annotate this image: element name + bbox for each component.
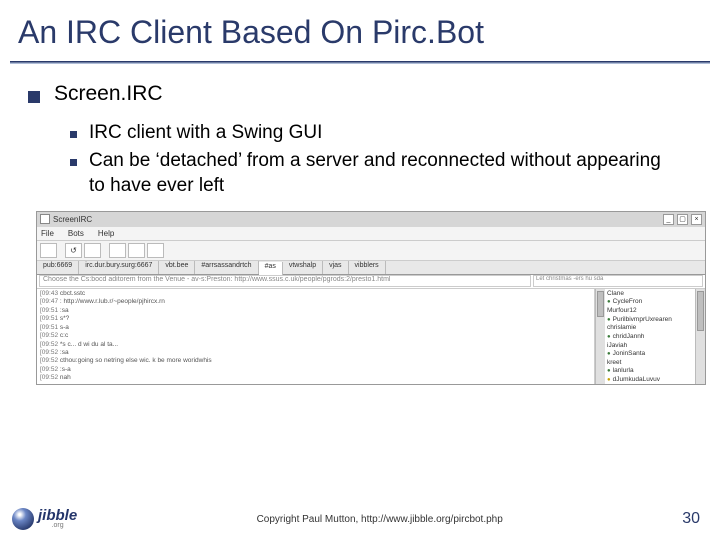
menu-bots[interactable]: Bots bbox=[68, 229, 84, 238]
bullet-sublist: IRC client with a Swing GUI Can be ‘deta… bbox=[28, 120, 702, 199]
tab[interactable]: vbt.bee bbox=[159, 261, 195, 274]
slide-title: An IRC Client Based On Pirc.Bot bbox=[0, 0, 720, 51]
logo-icon bbox=[12, 508, 34, 530]
bullet-level1: Screen.IRC bbox=[28, 82, 702, 106]
jibble-logo: jibble .org bbox=[12, 508, 77, 530]
toolbar-button[interactable] bbox=[40, 243, 57, 258]
tab[interactable]: irc.dur.bury.surg:6667 bbox=[79, 261, 159, 274]
scroll-thumb[interactable] bbox=[597, 291, 604, 317]
tab-bar: pub:6669irc.dur.bury.surg:6667vbt.bee#ar… bbox=[37, 261, 705, 275]
bullet-icon bbox=[28, 91, 40, 103]
topic-input[interactable]: Choose the Cs:bocd aditorem from the Ven… bbox=[39, 275, 531, 287]
user-entry[interactable]: JoninSanta bbox=[607, 350, 693, 359]
bullet-heading: Screen.IRC bbox=[54, 82, 163, 106]
tab[interactable]: pub:6669 bbox=[37, 261, 79, 274]
bullet-icon bbox=[70, 131, 77, 138]
chat-line: [09:51 :sa bbox=[40, 307, 591, 315]
chat-line: [09:51 s*? bbox=[40, 315, 591, 323]
minimize-button[interactable]: _ bbox=[663, 214, 674, 225]
user-entry[interactable]: CycleFron bbox=[607, 298, 693, 307]
scrollbar[interactable] bbox=[695, 289, 705, 384]
menu-bar: File Bots Help bbox=[37, 227, 705, 241]
window-title: ScreenIRC bbox=[53, 215, 660, 224]
tab[interactable]: vjas bbox=[323, 261, 348, 274]
user-entry[interactable]: lanlurla bbox=[607, 367, 693, 376]
scroll-thumb[interactable] bbox=[697, 291, 704, 331]
window-titlebar[interactable]: ScreenIRC _ ▢ × bbox=[37, 212, 705, 227]
chat-line: [09:52 nah bbox=[40, 374, 591, 382]
chat-body: [09:43 cbct.sstc[09:47 : http://www.r.lu… bbox=[37, 289, 705, 384]
tab[interactable]: #arrsassandrtch bbox=[195, 261, 258, 274]
copyright-text: Copyright Paul Mutton, http://www.jibble… bbox=[77, 514, 682, 525]
toolbar-button[interactable] bbox=[109, 243, 126, 258]
chat-line: [09:52 *s c... d wi du al ta... bbox=[40, 341, 591, 349]
maximize-button[interactable]: ▢ bbox=[677, 214, 688, 225]
screenshot-window: ScreenIRC _ ▢ × File Bots Help ↺ pub:666… bbox=[36, 211, 706, 385]
page-number: 30 bbox=[682, 510, 700, 528]
bullet-text: Can be ‘detached’ from a server and reco… bbox=[89, 148, 679, 199]
user-entry[interactable]: kreet bbox=[607, 359, 693, 367]
address-row: Choose the Cs:bocd aditorem from the Ven… bbox=[37, 275, 705, 289]
chat-line: [09:51 s-a bbox=[40, 324, 591, 332]
tab[interactable]: #as bbox=[259, 262, 283, 275]
chat-line: [09:47 : http://www.r.lub.r/~people/pjhi… bbox=[40, 298, 591, 306]
bullet-icon bbox=[70, 159, 77, 166]
tab[interactable]: vibblers bbox=[349, 261, 386, 274]
channel-topic[interactable]: Let christmas -ers hu sda bbox=[533, 275, 703, 287]
user-entry[interactable]: dJumkudaLuvuv bbox=[607, 376, 693, 384]
user-entry[interactable]: iJaviah bbox=[607, 342, 693, 350]
bullet-level2: Can be ‘detached’ from a server and reco… bbox=[70, 148, 702, 199]
chat-line: [09:52 :sa bbox=[40, 349, 591, 357]
chat-line: [09:52 cthou:going so netring else wic. … bbox=[40, 357, 591, 365]
tab[interactable]: vtwshalp bbox=[283, 261, 323, 274]
chat-line: [09:43 cbct.sstc bbox=[40, 290, 591, 298]
user-entry[interactable]: chridJannh bbox=[607, 333, 693, 342]
menu-help[interactable]: Help bbox=[98, 229, 114, 238]
close-button[interactable]: × bbox=[691, 214, 702, 225]
scrollbar[interactable] bbox=[595, 289, 605, 384]
toolbar-button[interactable]: ↺ bbox=[65, 243, 82, 258]
bullet-level2: IRC client with a Swing GUI bbox=[70, 120, 702, 146]
toolbar-button[interactable] bbox=[84, 243, 101, 258]
user-entry[interactable]: Murfour12 bbox=[607, 307, 693, 315]
toolbar: ↺ bbox=[37, 241, 705, 261]
chat-line: [09:52 c:c bbox=[40, 332, 591, 340]
user-entry[interactable]: PurilbivmprUxrearen bbox=[607, 316, 693, 325]
user-entry[interactable]: chrislamie bbox=[607, 324, 693, 332]
footer: jibble .org Copyright Paul Mutton, http:… bbox=[0, 508, 720, 530]
toolbar-button[interactable] bbox=[147, 243, 164, 258]
toolbar-button[interactable] bbox=[128, 243, 145, 258]
slide-content: Screen.IRC IRC client with a Swing GUI C… bbox=[0, 64, 720, 199]
app-icon bbox=[40, 214, 50, 224]
chat-log[interactable]: [09:43 cbct.sstc[09:47 : http://www.r.lu… bbox=[37, 289, 595, 384]
bullet-text: IRC client with a Swing GUI bbox=[89, 120, 322, 146]
user-entry[interactable]: Clane bbox=[607, 290, 693, 298]
menu-file[interactable]: File bbox=[41, 229, 54, 238]
user-list[interactable]: ClaneCycleFronMurfour12PurilbivmprUxrear… bbox=[605, 289, 695, 384]
logo-text: jibble bbox=[38, 510, 77, 522]
chat-line: [09:52 :s-a bbox=[40, 366, 591, 374]
